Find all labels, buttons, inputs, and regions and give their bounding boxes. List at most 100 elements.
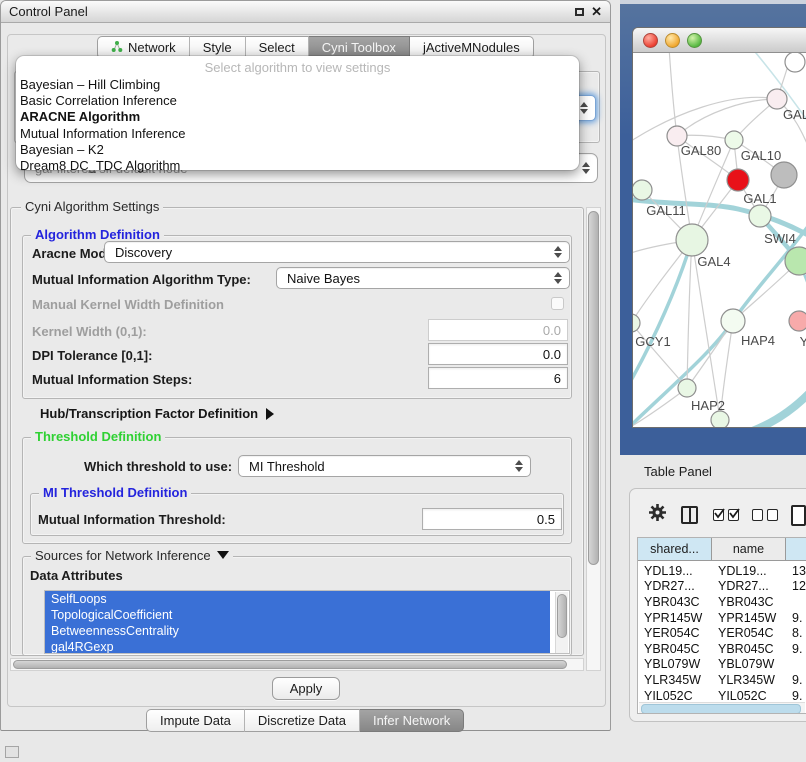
algorithm-option[interactable]: Dream8 DC_TDC Algorithm bbox=[20, 158, 575, 174]
algorithm-option[interactable]: Bayesian – K2 bbox=[20, 142, 575, 158]
table-cell: 9. bbox=[786, 642, 806, 656]
table-header: shared...nameA bbox=[638, 538, 806, 561]
sources-group-title[interactable]: Sources for Network Inference bbox=[31, 548, 233, 563]
network-node-hap2[interactable] bbox=[678, 379, 696, 397]
table-row[interactable]: YPR145WYPR145W9. bbox=[638, 610, 806, 626]
which-threshold-combo[interactable]: MI Threshold bbox=[238, 455, 531, 477]
attribute-item[interactable]: TopologicalCoefficient bbox=[45, 607, 550, 623]
split-columns-icon[interactable] bbox=[681, 506, 698, 524]
table-row[interactable]: YER054CYER054C8. bbox=[638, 625, 806, 641]
kernel-width-field[interactable]: 0.0 bbox=[428, 319, 568, 341]
mac-minimize-icon[interactable] bbox=[665, 33, 680, 48]
network-node-gal[interactable] bbox=[767, 89, 787, 109]
node-label: HAP2 bbox=[691, 398, 725, 413]
collapse-down-icon[interactable] bbox=[217, 551, 229, 559]
resize-grip[interactable] bbox=[5, 746, 19, 758]
table-cell: YPR145W bbox=[638, 611, 712, 625]
mi-steps-field[interactable]: 6 bbox=[428, 367, 568, 389]
network-window-titlebar[interactable] bbox=[633, 28, 806, 53]
attribute-item[interactable]: BetweennessCentrality bbox=[45, 623, 550, 639]
network-node-gal11[interactable] bbox=[633, 180, 652, 200]
network-node-swi4[interactable] bbox=[749, 205, 771, 227]
scrollbar-thumb[interactable] bbox=[13, 660, 567, 669]
cyni-bottom-tabs: Impute DataDiscretize DataInfer Network bbox=[146, 709, 464, 732]
table-cell: 12 bbox=[786, 579, 806, 593]
scrollbar-thumb[interactable] bbox=[557, 594, 567, 638]
deselect-checkbox-icon[interactable] bbox=[752, 509, 763, 521]
table-body: YDL19...YDL19...13YDR27...YDR27...12YBR0… bbox=[638, 563, 806, 703]
tab-discretize-data[interactable]: Discretize Data bbox=[245, 709, 360, 732]
new-table-icon[interactable] bbox=[791, 505, 806, 526]
table-cell: YBL079W bbox=[638, 657, 712, 671]
tab-infer-network[interactable]: Infer Network bbox=[360, 709, 464, 732]
table-row[interactable]: YBR043CYBR043C bbox=[638, 594, 806, 610]
scrollbar-thumb[interactable] bbox=[641, 704, 801, 714]
network-node-gal4[interactable] bbox=[676, 224, 708, 256]
float-window-icon[interactable] bbox=[575, 8, 584, 16]
manual-kernel-checkbox[interactable] bbox=[551, 297, 564, 310]
dpi-tolerance-field[interactable]: 0.0 bbox=[428, 343, 568, 365]
combo-stepper-icon[interactable] bbox=[549, 268, 569, 288]
table-panel-title: Table Panel bbox=[644, 464, 712, 479]
table-horizontal-scrollbar[interactable] bbox=[639, 702, 805, 714]
window-title: Control Panel bbox=[9, 4, 88, 19]
hub-definition-expander[interactable]: Hub/Transcription Factor Definition bbox=[40, 406, 274, 421]
select-all-checkbox-icon[interactable] bbox=[713, 509, 724, 521]
kernel-width-label: Kernel Width (0,1): bbox=[32, 324, 147, 339]
algorithm-dropdown-list: Select algorithm to view settings Bayesi… bbox=[16, 56, 579, 170]
attribute-item[interactable]: SelfLoops bbox=[45, 591, 550, 607]
network-view-window[interactable]: GALGAL80GAL10GAL1GAL11SWI4GAL4GCY1HAP4YH… bbox=[632, 27, 806, 428]
network-node-gal1[interactable] bbox=[727, 169, 749, 191]
mac-close-icon[interactable] bbox=[643, 33, 658, 48]
settings-horizontal-scrollbar[interactable] bbox=[10, 658, 584, 671]
select-all-checkbox-icon[interactable] bbox=[728, 509, 739, 521]
node-table: shared...nameA YDL19...YDL19...13YDR27..… bbox=[637, 537, 806, 714]
attribute-item[interactable]: gal4RGexp bbox=[45, 639, 550, 654]
table-row[interactable]: YDR27...YDR27...12 bbox=[638, 579, 806, 595]
mi-type-combo[interactable]: Naive Bayes bbox=[276, 267, 570, 289]
aracne-mode-value: Discovery bbox=[115, 245, 172, 260]
network-node-gal10[interactable] bbox=[725, 131, 743, 149]
network-canvas[interactable]: GALGAL80GAL10GAL1GAL11SWI4GAL4GCY1HAP4YH… bbox=[633, 53, 806, 428]
network-node[interactable] bbox=[711, 411, 729, 428]
table-cell: 9. bbox=[786, 611, 806, 625]
close-icon[interactable]: ✕ bbox=[591, 4, 602, 20]
combo-stepper-icon[interactable] bbox=[577, 154, 597, 182]
deselect-checkbox-icon[interactable] bbox=[767, 509, 778, 521]
mi-threshold-field[interactable]: 0.5 bbox=[422, 508, 562, 530]
network-node-y[interactable] bbox=[789, 311, 806, 331]
column-header[interactable]: name bbox=[712, 538, 786, 561]
scrollbar-thumb[interactable] bbox=[588, 211, 599, 565]
algorithm-option[interactable]: Bayesian – Hill Climbing bbox=[20, 77, 575, 93]
network-node-hap4[interactable] bbox=[721, 309, 745, 333]
column-header[interactable]: A bbox=[786, 538, 806, 561]
table-row[interactable]: YDL19...YDL19...13 bbox=[638, 563, 806, 579]
dpi-tolerance-label: DPI Tolerance [0,1]: bbox=[32, 348, 152, 363]
desktop-top-strip bbox=[620, 0, 806, 4]
algorithm-option[interactable]: Mutual Information Inference bbox=[20, 126, 575, 142]
tab-impute-data[interactable]: Impute Data bbox=[146, 709, 245, 732]
data-attributes-list[interactable]: SelfLoopsTopologicalCoefficientBetweenne… bbox=[44, 590, 570, 654]
table-row[interactable]: YIL052CYIL052C9. bbox=[638, 688, 806, 704]
table-row[interactable]: YBL079WYBL079W bbox=[638, 657, 806, 673]
table-row[interactable]: YBR045CYBR045C9. bbox=[638, 641, 806, 657]
expand-right-icon[interactable] bbox=[266, 408, 274, 420]
gear-icon[interactable] bbox=[648, 503, 667, 527]
table-row[interactable]: YLR345WYLR345W9. bbox=[638, 672, 806, 688]
network-node[interactable] bbox=[785, 53, 805, 72]
algorithm-option[interactable]: ARACNE Algorithm bbox=[20, 109, 575, 125]
network-node-gcy1[interactable] bbox=[633, 314, 640, 332]
algorithm-option[interactable]: Basic Correlation Inference bbox=[20, 93, 575, 109]
combo-stepper-icon[interactable] bbox=[549, 242, 569, 262]
group-title: Cyni Algorithm Settings bbox=[21, 199, 163, 214]
network-node[interactable] bbox=[771, 162, 797, 188]
aracne-mode-combo[interactable]: Discovery bbox=[104, 241, 570, 263]
apply-button[interactable]: Apply bbox=[272, 677, 340, 700]
settings-vertical-scrollbar[interactable] bbox=[586, 207, 601, 671]
combo-stepper-icon[interactable] bbox=[510, 456, 530, 476]
table-panel: shared...nameA YDL19...YDL19...13YDR27..… bbox=[629, 488, 806, 722]
column-header[interactable]: shared... bbox=[638, 538, 712, 561]
control-panel-titlebar[interactable]: Control Panel ✕ bbox=[1, 1, 610, 23]
list-scrollbar[interactable] bbox=[555, 592, 568, 654]
mac-zoom-icon[interactable] bbox=[687, 33, 702, 48]
